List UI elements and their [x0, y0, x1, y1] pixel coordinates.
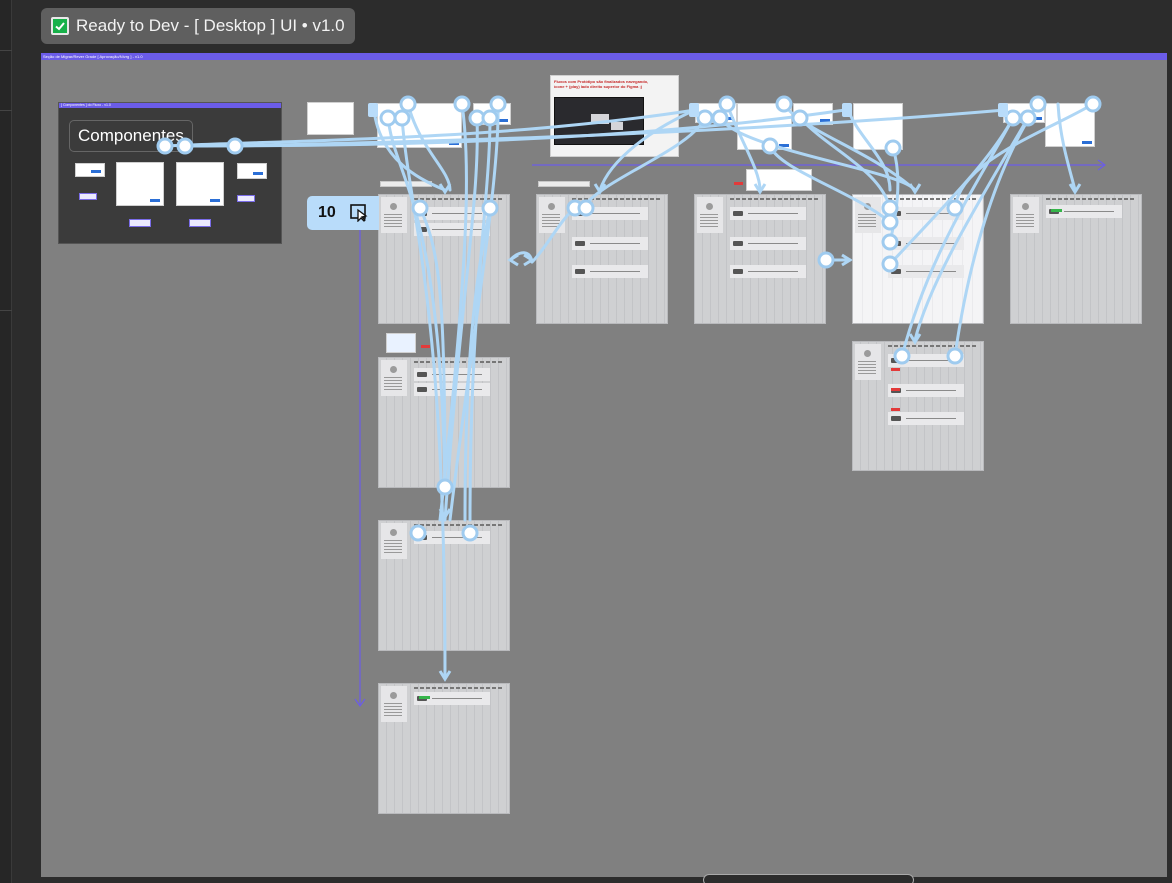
prototype-count: 10: [318, 204, 336, 221]
annotation-note[interactable]: [386, 333, 416, 353]
modal-thumb[interactable]: [1045, 103, 1095, 147]
modal-thumb[interactable]: [737, 103, 792, 150]
rail-divider: [0, 50, 12, 51]
error-marker: [421, 345, 430, 348]
prototype-reference-note[interactable]: Fluxos com Protótipo são finalizados nav…: [550, 75, 679, 157]
horizontal-scrollbar[interactable]: [703, 874, 914, 883]
board-header-bar: [41, 53, 1167, 60]
screen-frame[interactable]: [378, 194, 510, 324]
modal-thumb[interactable]: [377, 103, 462, 148]
canvas-board[interactable]: Seção de Migrar/Rever Grade [ Aprovação/…: [41, 53, 1167, 877]
modal-thumb[interactable]: [695, 103, 737, 123]
component-thumb: [176, 162, 224, 206]
frame-title-label: Ready to Dev - [ Desktop ] UI • v1.0: [76, 16, 345, 35]
board-crumb: Seção de Migrar/Rever Grade [ Aprovação/…: [43, 54, 143, 59]
component-chip: [189, 219, 211, 227]
check-icon: [51, 17, 69, 35]
component-thumb: [116, 162, 164, 206]
rail-divider: [0, 310, 12, 311]
annotation-note[interactable]: [746, 169, 812, 191]
rail-divider: [0, 110, 12, 111]
screen-frame[interactable]: [852, 341, 984, 471]
left-rail: [0, 0, 12, 883]
error-marker: [734, 182, 743, 185]
screen-frame[interactable]: [378, 683, 510, 814]
components-title: Componentes: [69, 120, 193, 152]
play-icon[interactable]: [349, 204, 370, 223]
screen-frame[interactable]: [378, 520, 510, 651]
modal-thumb[interactable]: [1003, 103, 1045, 123]
step-label: [380, 181, 432, 187]
component-chip: [79, 193, 97, 200]
screen-frame[interactable]: [852, 194, 984, 324]
component-chip: [129, 219, 151, 227]
component-thumb: [75, 163, 105, 177]
prototype-flow-badge[interactable]: 10: [307, 196, 379, 230]
screen-frame[interactable]: [378, 357, 510, 488]
modal-thumb[interactable]: [793, 103, 833, 125]
components-panel-bar-label: [ Componentes ] do Fluxo - v1.0: [61, 103, 111, 107]
frame-title-tag[interactable]: Ready to Dev - [ Desktop ] UI • v1.0: [41, 8, 355, 44]
components-panel[interactable]: [ Componentes ] do Fluxo - v1.0 Componen…: [58, 102, 282, 244]
step-label: [538, 181, 590, 187]
annotation-note[interactable]: [307, 102, 354, 135]
component-chip: [237, 195, 255, 202]
screen-frame[interactable]: [536, 194, 668, 324]
canvas-edge: [1167, 53, 1172, 883]
screen-frame[interactable]: [694, 194, 826, 324]
component-thumb: [237, 163, 267, 179]
prototype-reference-text: Fluxos com Protótipo são finalizados nav…: [554, 79, 649, 89]
screen-frame[interactable]: [1010, 194, 1142, 324]
modal-thumb[interactable]: [473, 103, 511, 125]
reference-screenshot: [554, 97, 644, 145]
modal-thumb[interactable]: [853, 103, 903, 150]
